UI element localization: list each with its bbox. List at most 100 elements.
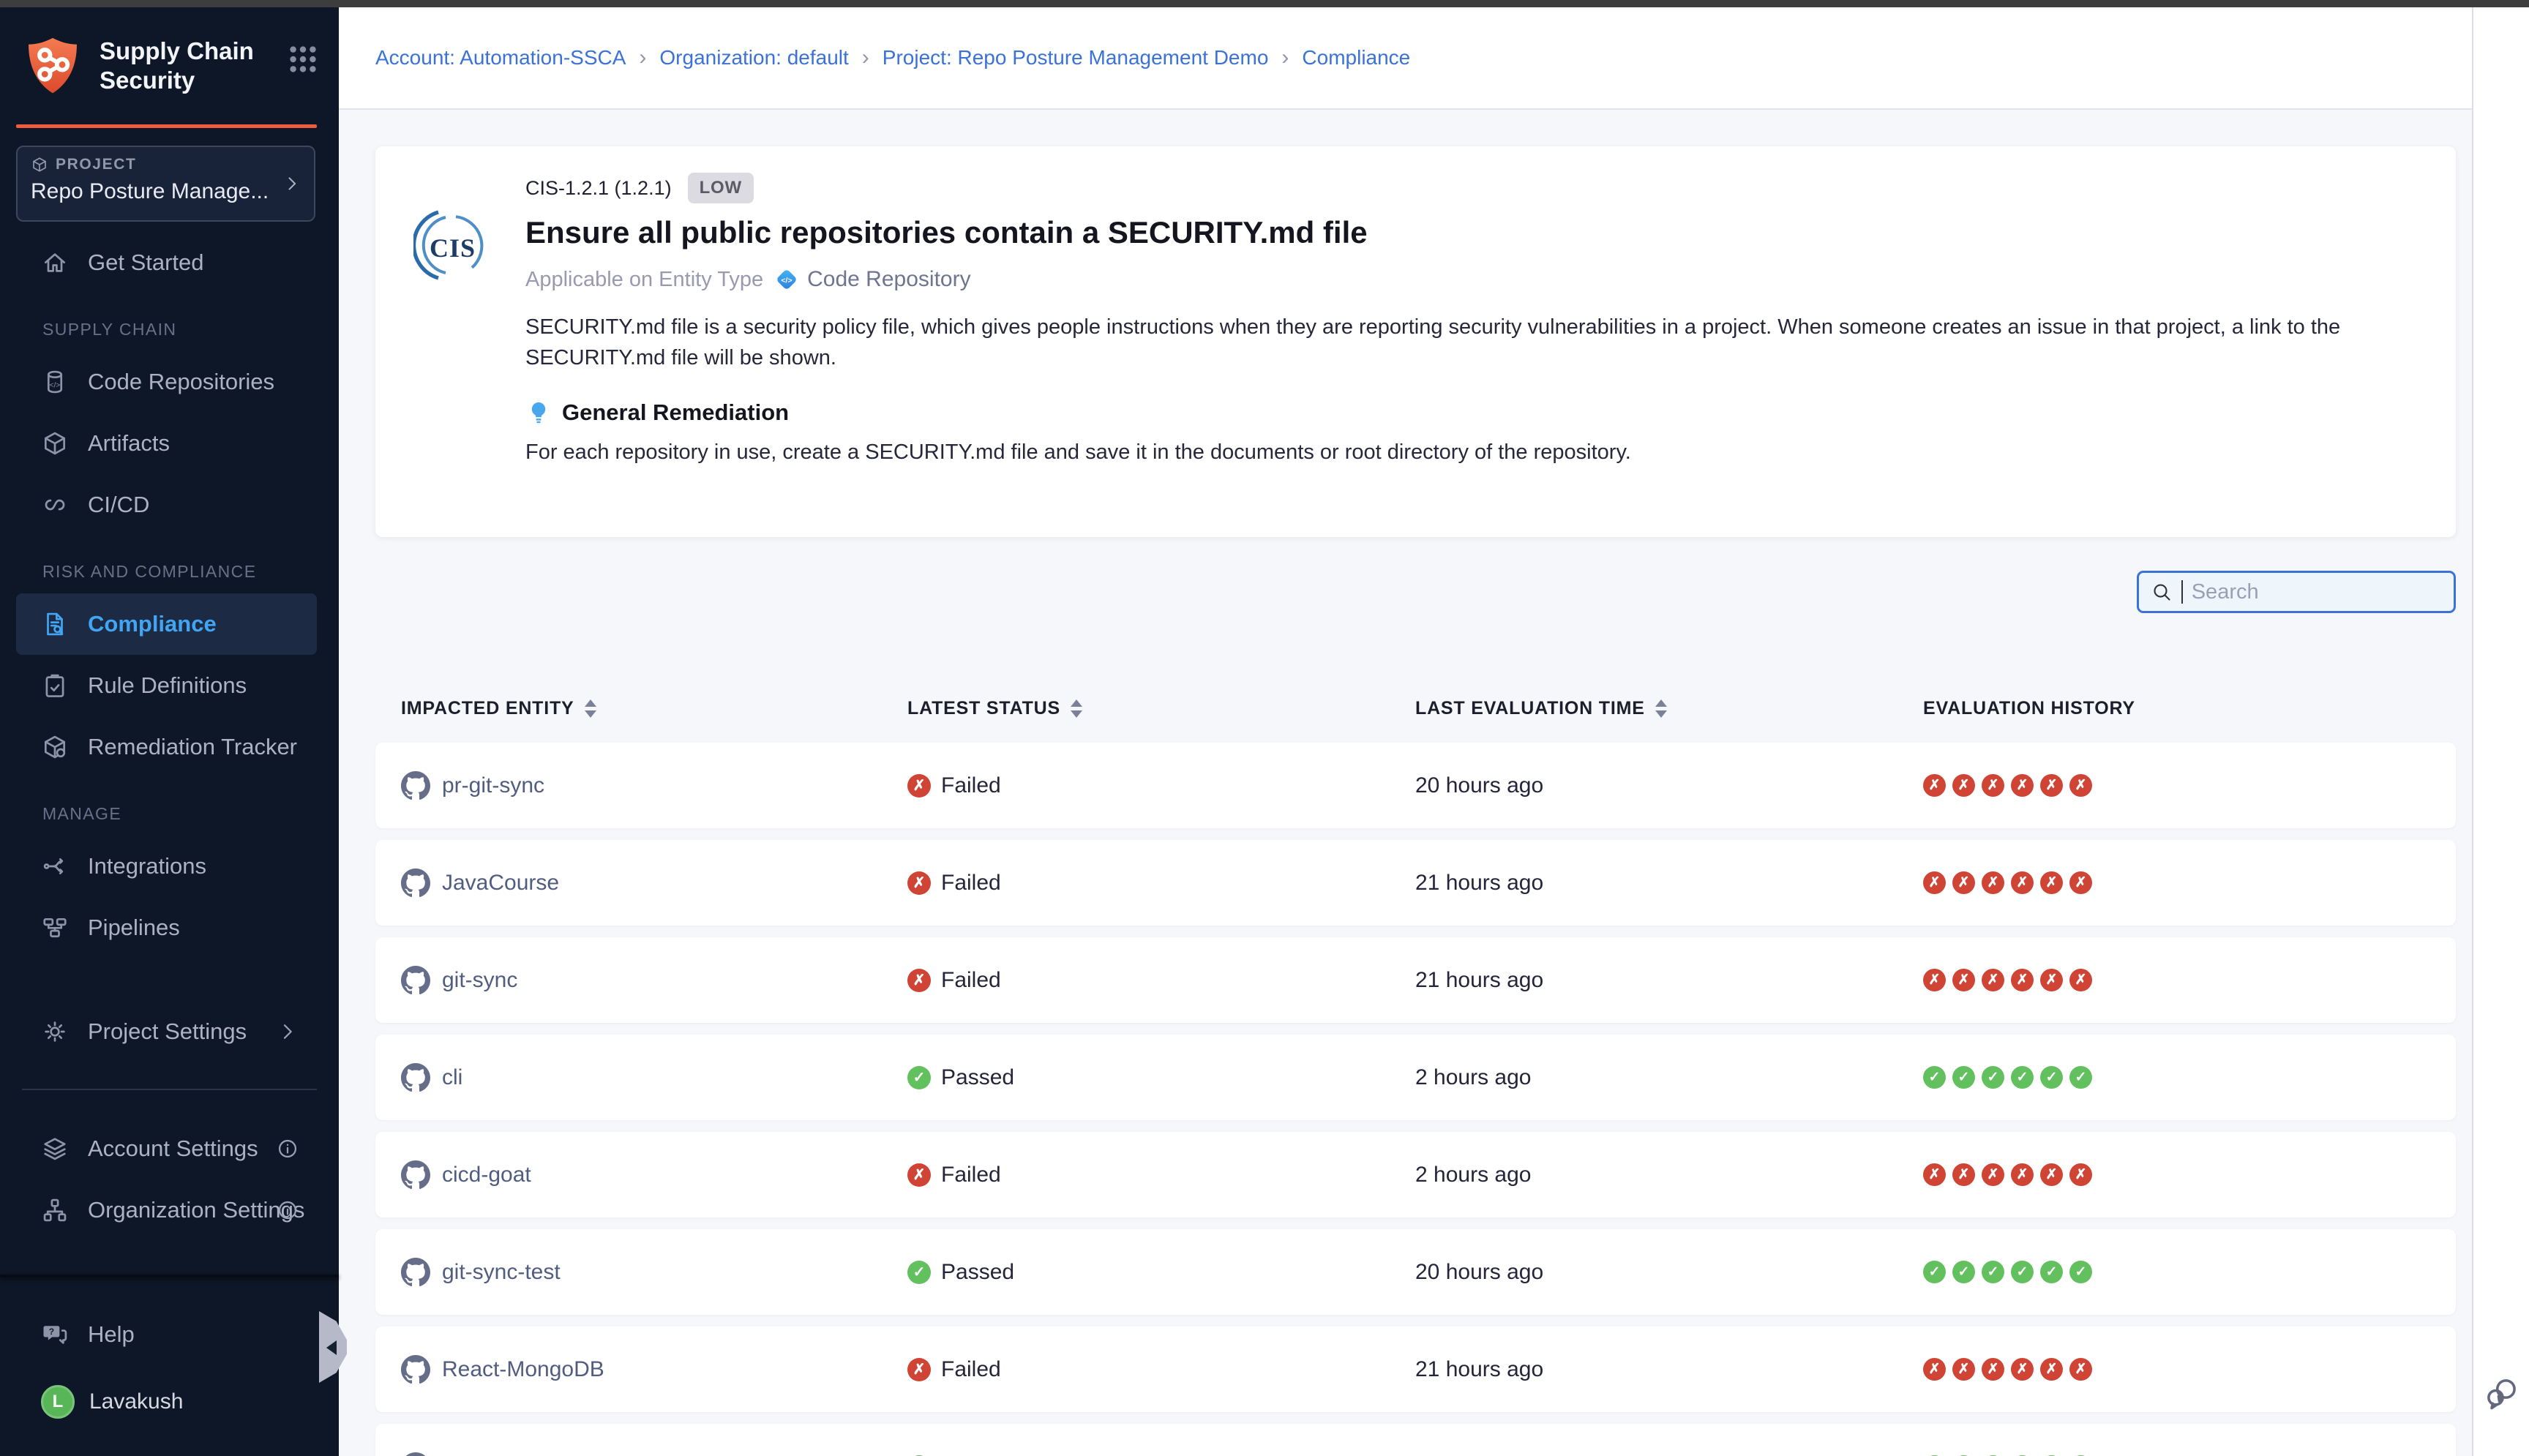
table-row[interactable]: ✓Passed✓✓✓✓✓✓ [375, 1424, 2456, 1456]
avatar: L [41, 1385, 75, 1419]
sidebar-item-integrations[interactable]: Integrations [16, 836, 317, 897]
evaluation-history-cell: ✗✗✗✗✗✗ [1923, 774, 2456, 797]
org-hierarchy-icon [41, 1196, 69, 1224]
table-row[interactable]: JavaCourse✗Failed21 hours ago✗✗✗✗✗✗ [375, 840, 2456, 926]
layers-icon [41, 1135, 69, 1163]
sidebar-item-pipelines[interactable]: Pipelines [16, 897, 317, 958]
sidebar-item-project-settings[interactable]: Project Settings [16, 1001, 317, 1062]
history-fail-icon: ✗ [1923, 774, 1946, 797]
breadcrumb-separator: › [639, 45, 646, 70]
table-row[interactable]: git-sync✗Failed21 hours ago✗✗✗✗✗✗ [375, 937, 2456, 1023]
app-title: Supply Chain Security [100, 37, 286, 95]
last-evaluation-time: 21 hours ago [1415, 1357, 1923, 1382]
entity-type-label: Code Repository [807, 267, 970, 292]
status-failed-icon: ✗ [907, 1163, 931, 1187]
entity-name[interactable]: git-sync-test [442, 1260, 561, 1285]
help-chat-icon: ? [41, 1321, 69, 1348]
sidebar-item-code-repositories[interactable]: </>Code Repositories [16, 351, 317, 413]
entity-name[interactable]: cicd-goat [442, 1163, 531, 1187]
code-repository-icon: </> [773, 266, 800, 293]
sidebar-item-help[interactable]: ? Help [16, 1304, 317, 1365]
sidebar-item-label: Get Started [88, 249, 204, 276]
entity-cell: JavaCourse [401, 868, 907, 898]
history-fail-icon: ✗ [1923, 871, 1946, 894]
nav-section-title-risk-and-compliance: RISK AND COMPLIANCE [42, 562, 317, 582]
artifacts-icon [41, 429, 69, 457]
severity-badge: LOW [688, 173, 754, 203]
sort-arrows-icon[interactable] [585, 699, 596, 718]
scrollbar-track[interactable] [2472, 7, 2529, 1456]
table-row[interactable]: cicd-goat✗Failed2 hours ago✗✗✗✗✗✗ [375, 1132, 2456, 1217]
breadcrumb-item-account[interactable]: Account: Automation-SSCA [375, 46, 626, 70]
sidebar-item-remediation-tracker[interactable]: Remediation Tracker [16, 716, 317, 778]
sort-arrows-icon[interactable] [1071, 699, 1082, 718]
history-pass-icon: ✓ [1982, 1066, 2004, 1089]
status-cell: ✗Failed [907, 1357, 1415, 1382]
cicd-icon [41, 491, 69, 519]
entity-cell: cli [401, 1063, 907, 1092]
sidebar-item-label: Compliance [88, 611, 217, 637]
history-pass-icon: ✓ [2011, 1066, 2034, 1089]
history-fail-icon: ✗ [1952, 1358, 1975, 1381]
sidebar-item-label: Rule Definitions [88, 672, 247, 699]
sidebar-item-artifacts[interactable]: Artifacts [16, 413, 317, 474]
history-fail-icon: ✗ [2011, 871, 2034, 894]
status-label: Passed [941, 1260, 1014, 1285]
sidebar-item-ci-cd[interactable]: CI/CD [16, 474, 317, 536]
lightbulb-icon [525, 399, 552, 426]
remediation-text: For each repository in use, create a SEC… [525, 440, 2424, 465]
rule-definitions-icon [41, 672, 69, 699]
cis-logo-text: CIS [430, 233, 476, 263]
nav-section-title-manage: MANAGE [42, 804, 317, 824]
module-grid-icon[interactable] [286, 42, 320, 76]
history-pass-icon: ✓ [1952, 1066, 1975, 1089]
table-row[interactable]: cli✓Passed2 hours ago✓✓✓✓✓✓ [375, 1035, 2456, 1120]
user-menu[interactable]: L Lavakush [41, 1378, 317, 1425]
table-row[interactable]: pr-git-sync✗Failed20 hours ago✗✗✗✗✗✗ [375, 743, 2456, 828]
history-fail-icon: ✗ [2011, 774, 2034, 797]
sidebar: Supply Chain Security PROJECT Repo Postu… [0, 0, 339, 1456]
entity-cell: cicd-goat [401, 1160, 907, 1190]
sidebar-item-rule-definitions[interactable]: Rule Definitions [16, 655, 317, 716]
history-fail-icon: ✗ [2069, 969, 2092, 991]
sidebar-item-label: Account Settings [88, 1136, 258, 1162]
search-box[interactable] [2137, 571, 2456, 613]
sidebar-item-account-settings[interactable]: Account Settings [16, 1118, 317, 1179]
entity-cell: git-sync-test [401, 1258, 907, 1287]
entity-name[interactable]: git-sync [442, 968, 517, 993]
breadcrumb-item-compliance[interactable]: Compliance [1302, 46, 1410, 70]
sidebar-item-organization-settings[interactable]: Organization Settings [16, 1179, 317, 1241]
text-caret [2181, 580, 2183, 604]
status-failed-icon: ✗ [907, 774, 931, 798]
remediation-title: General Remediation [562, 399, 789, 426]
last-evaluation-time: 20 hours ago [1415, 1260, 1923, 1285]
entity-name[interactable]: JavaCourse [442, 871, 559, 896]
project-selector[interactable]: PROJECT Repo Posture Manage... [16, 146, 315, 222]
breadcrumb-item-organization[interactable]: Organization: default [659, 46, 848, 70]
svg-text:</>: </> [50, 381, 61, 389]
sidebar-item-compliance[interactable]: Compliance [16, 593, 317, 655]
breadcrumb-item-project[interactable]: Project: Repo Posture Management Demo [883, 46, 1269, 70]
status-label: Failed [941, 968, 1001, 993]
entity-name[interactable]: React-MongoDB [442, 1357, 604, 1382]
status-cell: ✗Failed [907, 1163, 1415, 1187]
chevron-right-icon [276, 1020, 299, 1043]
status-cell: ✗Failed [907, 968, 1415, 993]
history-fail-icon: ✗ [1982, 1163, 2004, 1186]
column-header-latest-status: LATEST STATUS [907, 698, 1415, 719]
main-content: CIS CIS-1.2.1 (1.2.1) LOW Ensure all pub… [339, 111, 2472, 1456]
table-row[interactable]: React-MongoDB✗Failed21 hours ago✗✗✗✗✗✗ [375, 1326, 2456, 1412]
github-icon [401, 1063, 430, 1092]
evaluation-history-cell: ✗✗✗✗✗✗ [1923, 871, 2456, 894]
search-input[interactable] [2192, 580, 2442, 604]
column-header-impacted-entity: IMPACTED ENTITY [401, 698, 907, 719]
table-row[interactable]: git-sync-test✓Passed20 hours ago✓✓✓✓✓✓ [375, 1229, 2456, 1315]
entity-name[interactable]: pr-git-sync [442, 773, 544, 798]
rule-code: CIS-1.2.1 (1.2.1) [525, 177, 672, 200]
support-chat-icon[interactable] [2484, 1374, 2520, 1415]
sort-arrows-icon[interactable] [1655, 699, 1667, 718]
sidebar-item-get-started[interactable]: Get Started [16, 232, 317, 293]
history-pass-icon: ✓ [1982, 1261, 2004, 1283]
entity-name[interactable]: cli [442, 1065, 462, 1090]
status-label: Passed [941, 1065, 1014, 1090]
